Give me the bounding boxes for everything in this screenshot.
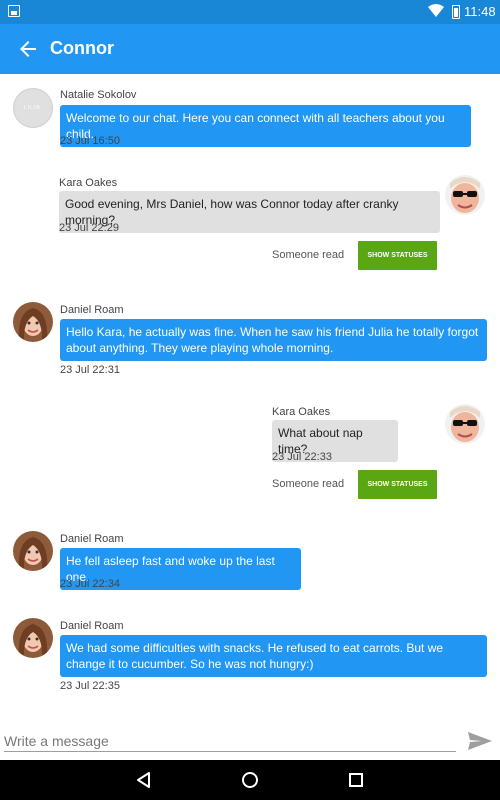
wifi-icon xyxy=(428,4,444,17)
message-time: 23 Jul 22:34 xyxy=(60,578,120,590)
message-time: 23 Jul 22:29 xyxy=(59,222,119,234)
message-composer xyxy=(0,722,500,760)
send-icon[interactable] xyxy=(466,730,494,752)
gallery-notification-icon xyxy=(8,5,20,17)
message-input[interactable] xyxy=(4,730,456,752)
message-sender: Kara Oakes xyxy=(59,177,118,189)
show-statuses-button[interactable]: SHOW STATUSES xyxy=(358,241,437,270)
status-bar: 11:48 xyxy=(0,0,500,24)
message-sender: Daniel Roam xyxy=(60,304,124,316)
avatar-daniel[interactable] xyxy=(13,302,53,342)
avatar-daniel[interactable] xyxy=(13,618,53,658)
message-bubble[interactable]: Welcome to our chat. Here you can connec… xyxy=(60,105,471,147)
arrow-left-icon[interactable] xyxy=(16,37,40,61)
chat-list[interactable]: LILIB Natalie Sokolov Welcome to our cha… xyxy=(0,74,500,722)
recents-square-icon[interactable] xyxy=(346,770,366,790)
clock: 11:48 xyxy=(464,4,496,19)
avatar-natalie[interactable]: LILIB xyxy=(13,88,53,128)
navigation-bar xyxy=(0,760,500,800)
message-sender: Natalie Sokolov xyxy=(60,89,137,101)
page-title: Connor xyxy=(50,38,114,58)
message-sender: Kara Oakes xyxy=(272,406,331,418)
message-bubble[interactable]: Hello Kara, he actually was fine. When h… xyxy=(60,319,487,361)
show-statuses-button[interactable]: SHOW STATUSES xyxy=(358,470,437,499)
message-time: 23 Jul 22:33 xyxy=(272,451,332,463)
avatar-kara[interactable] xyxy=(445,404,485,444)
avatar-daniel[interactable] xyxy=(13,531,53,571)
message-bubble[interactable]: We had some difficulties with snacks. He… xyxy=(60,635,487,677)
battery-icon xyxy=(452,5,460,19)
message-sender: Daniel Roam xyxy=(60,533,124,545)
message-sender: Daniel Roam xyxy=(60,620,124,632)
avatar-kara[interactable] xyxy=(445,175,485,215)
message-time: 23 Jul 22:31 xyxy=(60,364,120,376)
home-circle-icon[interactable] xyxy=(240,770,260,790)
read-status: Someone read xyxy=(272,249,345,261)
back-triangle-icon[interactable] xyxy=(134,770,154,790)
message-time: 23 Jul 16:50 xyxy=(60,135,120,147)
message-time: 23 Jul 22:35 xyxy=(60,680,120,692)
read-status: Someone read xyxy=(272,478,345,490)
app-bar: Connor xyxy=(0,24,500,74)
